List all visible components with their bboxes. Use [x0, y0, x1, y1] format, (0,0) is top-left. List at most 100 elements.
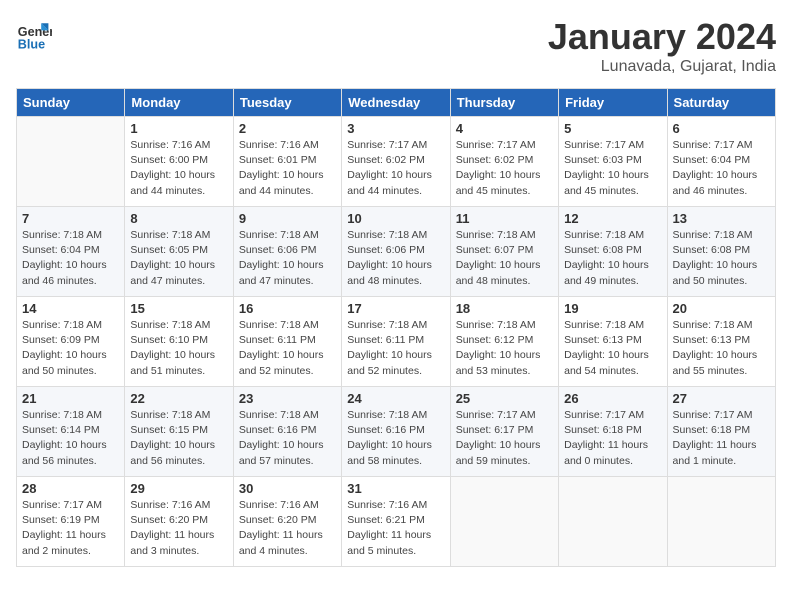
calendar-cell — [450, 477, 558, 567]
calendar-cell: 9Sunrise: 7:18 AM Sunset: 6:06 PM Daylig… — [233, 207, 341, 297]
day-number: 16 — [239, 301, 336, 316]
day-number: 17 — [347, 301, 444, 316]
calendar-cell: 31Sunrise: 7:16 AM Sunset: 6:21 PM Dayli… — [342, 477, 450, 567]
calendar-cell — [17, 117, 125, 207]
day-number: 18 — [456, 301, 553, 316]
day-number: 6 — [673, 121, 770, 136]
day-info: Sunrise: 7:16 AM Sunset: 6:00 PM Dayligh… — [130, 138, 227, 199]
title-block: January 2024 Lunavada, Gujarat, India — [548, 16, 776, 76]
day-info: Sunrise: 7:16 AM Sunset: 6:20 PM Dayligh… — [239, 498, 336, 559]
day-info: Sunrise: 7:18 AM Sunset: 6:11 PM Dayligh… — [239, 318, 336, 379]
day-info: Sunrise: 7:18 AM Sunset: 6:09 PM Dayligh… — [22, 318, 119, 379]
calendar-cell — [667, 477, 775, 567]
calendar-cell: 20 Sunrise: 7:18 AM Sunset: 6:13 PM Dayli… — [667, 297, 775, 387]
day-header-wednesday: Wednesday — [342, 89, 450, 117]
day-info: Sunrise: 7:16 AM Sunset: 6:20 PM Dayligh… — [130, 498, 227, 559]
day-info: Sunrise: 7:18 AM Sunset: 6:10 PM Dayligh… — [130, 318, 227, 379]
day-number: 2 — [239, 121, 336, 136]
day-info: Sunrise: 7:16 AM Sunset: 6:21 PM Dayligh… — [347, 498, 444, 559]
calendar-cell: 24 Sunrise: 7:18 AM Sunset: 6:16 PM Dayli… — [342, 387, 450, 477]
calendar-week-3: 14 Sunrise: 7:18 AM Sunset: 6:09 PM Dayli… — [17, 297, 776, 387]
day-info: Sunrise: 7:18 AM Sunset: 6:07 PM Dayligh… — [456, 228, 553, 289]
calendar-cell: 17 Sunrise: 7:18 AM Sunset: 6:11 PM Dayli… — [342, 297, 450, 387]
calendar-cell: 5Sunrise: 7:17 AM Sunset: 6:03 PM Daylig… — [559, 117, 667, 207]
day-number: 11 — [456, 211, 553, 226]
calendar-cell: 26 Sunrise: 7:17 AM Sunset: 6:18 PM Dayli… — [559, 387, 667, 477]
calendar-cell: 2 Sunrise: 7:16 AM Sunset: 6:01 PM Daylig… — [233, 117, 341, 207]
day-info: Sunrise: 7:18 AM Sunset: 6:15 PM Dayligh… — [130, 408, 227, 469]
day-info: Sunrise: 7:18 AM Sunset: 6:08 PM Dayligh… — [564, 228, 661, 289]
day-header-monday: Monday — [125, 89, 233, 117]
day-info: Sunrise: 7:17 AM Sunset: 6:18 PM Dayligh… — [673, 408, 770, 469]
day-info: Sunrise: 7:18 AM Sunset: 6:14 PM Dayligh… — [22, 408, 119, 469]
calendar-title: January 2024 — [548, 16, 776, 58]
day-number: 1 — [130, 121, 227, 136]
day-info: Sunrise: 7:18 AM Sunset: 6:13 PM Dayligh… — [673, 318, 770, 379]
logo: General Blue — [16, 16, 52, 52]
day-number: 15 — [130, 301, 227, 316]
calendar-cell: 28 Sunrise: 7:17 AM Sunset: 6:19 PM Dayli… — [17, 477, 125, 567]
day-header-friday: Friday — [559, 89, 667, 117]
calendar-cell: 13Sunrise: 7:18 AM Sunset: 6:08 PM Dayli… — [667, 207, 775, 297]
calendar-cell: 3 Sunrise: 7:17 AM Sunset: 6:02 PM Daylig… — [342, 117, 450, 207]
day-info: Sunrise: 7:16 AM Sunset: 6:01 PM Dayligh… — [239, 138, 336, 199]
calendar-week-1: 1 Sunrise: 7:16 AM Sunset: 6:00 PM Daylig… — [17, 117, 776, 207]
day-info: Sunrise: 7:17 AM Sunset: 6:19 PM Dayligh… — [22, 498, 119, 559]
day-number: 19 — [564, 301, 661, 316]
calendar-cell: 8Sunrise: 7:18 AM Sunset: 6:05 PM Daylig… — [125, 207, 233, 297]
calendar-table: SundayMondayTuesdayWednesdayThursdayFrid… — [16, 88, 776, 567]
calendar-cell: 27Sunrise: 7:17 AM Sunset: 6:18 PM Dayli… — [667, 387, 775, 477]
calendar-body: 1 Sunrise: 7:16 AM Sunset: 6:00 PM Daylig… — [17, 117, 776, 567]
day-info: Sunrise: 7:18 AM Sunset: 6:05 PM Dayligh… — [130, 228, 227, 289]
day-info: Sunrise: 7:17 AM Sunset: 6:18 PM Dayligh… — [564, 408, 661, 469]
day-info: Sunrise: 7:18 AM Sunset: 6:06 PM Dayligh… — [239, 228, 336, 289]
day-info: Sunrise: 7:17 AM Sunset: 6:02 PM Dayligh… — [456, 138, 553, 199]
day-info: Sunrise: 7:18 AM Sunset: 6:16 PM Dayligh… — [347, 408, 444, 469]
day-info: Sunrise: 7:17 AM Sunset: 6:04 PM Dayligh… — [673, 138, 770, 199]
calendar-week-4: 21 Sunrise: 7:18 AM Sunset: 6:14 PM Dayli… — [17, 387, 776, 477]
calendar-cell: 6 Sunrise: 7:17 AM Sunset: 6:04 PM Daylig… — [667, 117, 775, 207]
calendar-header-row: SundayMondayTuesdayWednesdayThursdayFrid… — [17, 89, 776, 117]
day-number: 26 — [564, 391, 661, 406]
day-header-thursday: Thursday — [450, 89, 558, 117]
calendar-cell: 21 Sunrise: 7:18 AM Sunset: 6:14 PM Dayli… — [17, 387, 125, 477]
day-number: 20 — [673, 301, 770, 316]
day-info: Sunrise: 7:17 AM Sunset: 6:02 PM Dayligh… — [347, 138, 444, 199]
calendar-week-2: 7 Sunrise: 7:18 AM Sunset: 6:04 PM Daylig… — [17, 207, 776, 297]
day-info: Sunrise: 7:18 AM Sunset: 6:06 PM Dayligh… — [347, 228, 444, 289]
calendar-cell: 29Sunrise: 7:16 AM Sunset: 6:20 PM Dayli… — [125, 477, 233, 567]
svg-text:Blue: Blue — [18, 37, 45, 51]
day-info: Sunrise: 7:17 AM Sunset: 6:03 PM Dayligh… — [564, 138, 661, 199]
day-info: Sunrise: 7:18 AM Sunset: 6:04 PM Dayligh… — [22, 228, 119, 289]
day-number: 21 — [22, 391, 119, 406]
day-info: Sunrise: 7:18 AM Sunset: 6:16 PM Dayligh… — [239, 408, 336, 469]
day-info: Sunrise: 7:18 AM Sunset: 6:12 PM Dayligh… — [456, 318, 553, 379]
calendar-cell — [559, 477, 667, 567]
day-info: Sunrise: 7:18 AM Sunset: 6:13 PM Dayligh… — [564, 318, 661, 379]
calendar-cell: 15 Sunrise: 7:18 AM Sunset: 6:10 PM Dayli… — [125, 297, 233, 387]
calendar-cell: 11 Sunrise: 7:18 AM Sunset: 6:07 PM Dayli… — [450, 207, 558, 297]
day-number: 13 — [673, 211, 770, 226]
calendar-cell: 25Sunrise: 7:17 AM Sunset: 6:17 PM Dayli… — [450, 387, 558, 477]
day-number: 22 — [130, 391, 227, 406]
day-number: 3 — [347, 121, 444, 136]
calendar-cell: 12 Sunrise: 7:18 AM Sunset: 6:08 PM Dayli… — [559, 207, 667, 297]
day-info: Sunrise: 7:18 AM Sunset: 6:11 PM Dayligh… — [347, 318, 444, 379]
calendar-week-5: 28 Sunrise: 7:17 AM Sunset: 6:19 PM Dayli… — [17, 477, 776, 567]
calendar-cell: 23Sunrise: 7:18 AM Sunset: 6:16 PM Dayli… — [233, 387, 341, 477]
day-info: Sunrise: 7:17 AM Sunset: 6:17 PM Dayligh… — [456, 408, 553, 469]
calendar-cell: 30Sunrise: 7:16 AM Sunset: 6:20 PM Dayli… — [233, 477, 341, 567]
calendar-cell: 1 Sunrise: 7:16 AM Sunset: 6:00 PM Daylig… — [125, 117, 233, 207]
page-header: General Blue January 2024 Lunavada, Guja… — [16, 16, 776, 76]
logo-icon: General Blue — [16, 16, 52, 52]
day-number: 14 — [22, 301, 119, 316]
day-number: 7 — [22, 211, 119, 226]
calendar-cell: 22 Sunrise: 7:18 AM Sunset: 6:15 PM Dayli… — [125, 387, 233, 477]
day-number: 10 — [347, 211, 444, 226]
day-number: 24 — [347, 391, 444, 406]
day-number: 28 — [22, 481, 119, 496]
day-header-saturday: Saturday — [667, 89, 775, 117]
day-header-tuesday: Tuesday — [233, 89, 341, 117]
day-number: 12 — [564, 211, 661, 226]
calendar-cell: 4Sunrise: 7:17 AM Sunset: 6:02 PM Daylig… — [450, 117, 558, 207]
